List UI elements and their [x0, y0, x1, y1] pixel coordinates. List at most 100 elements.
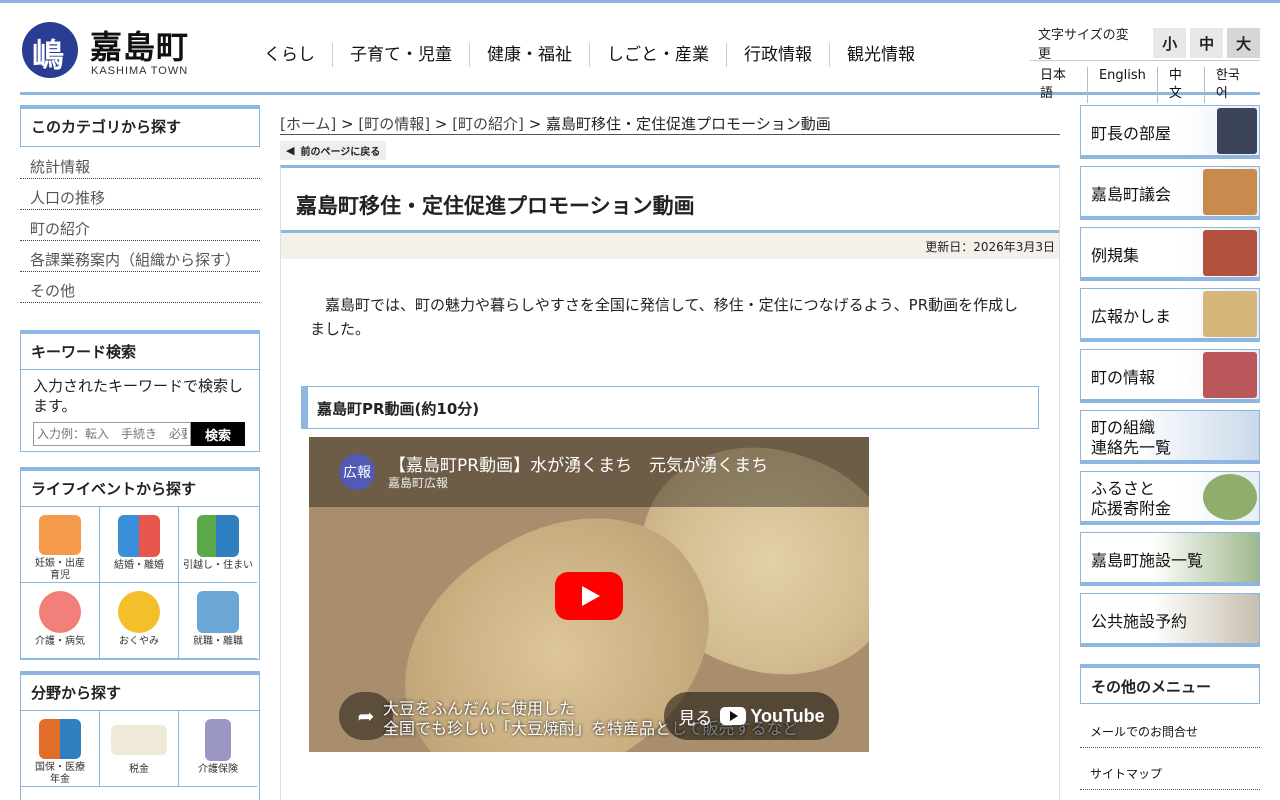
keyword-search-button[interactable]: 検索	[191, 422, 245, 446]
breadcrumb-current: 嘉島町移住・定住促進プロモーション動画	[546, 115, 831, 133]
sitemap-link-row: サイトマップ	[1080, 762, 1260, 790]
article: 嘉島町移住・定住促進プロモーション動画 更新日：2026年3月3日 嘉島町では、…	[280, 165, 1060, 800]
breadcrumb: [ホーム] > [町の情報] > [町の紹介] > 嘉島町移住・定住促進プロモー…	[280, 105, 1060, 135]
lang-chinese[interactable]: 中文	[1156, 67, 1204, 103]
category-item-statistics[interactable]: 統計情報	[20, 154, 260, 179]
category-box: このカテゴリから探す	[20, 105, 260, 147]
breadcrumb-separator: >	[523, 115, 547, 133]
banner-facilities[interactable]: 嘉島町施設一覧	[1080, 532, 1260, 586]
life-event-care[interactable]: 介護・病気	[21, 583, 100, 659]
category-item-population[interactable]: 人口の推移	[20, 185, 260, 210]
mayor-photo	[1217, 108, 1257, 154]
page-title: 嘉島町移住・定住促進プロモーション動画	[281, 168, 1059, 233]
font-size-switcher: 文字サイズの変更 小 中 大	[1038, 24, 1260, 62]
breadcrumb-town-intro[interactable]: [町の紹介]	[452, 115, 524, 133]
other-menu-title: その他のメニュー	[1080, 664, 1260, 704]
article-body: 嘉島町では、町の魅力や暮らしやすさを全国に発信して、移住・定住につなげるよう、P…	[310, 296, 1019, 338]
banner-furusato[interactable]: ふるさと 応援寄附金	[1080, 471, 1260, 525]
building-photo	[1203, 352, 1257, 398]
category-item-departments[interactable]: 各課業務案内（組織から探す）	[20, 247, 260, 272]
youtube-embed[interactable]: 広報 【嘉島町PR動画】水が湧くまち 元気が湧くまち 嘉島町広報 ➦ 大豆をふん…	[309, 437, 869, 752]
life-event-grid: 妊娠・出産 育児 結婚・離婚 引越し・住まい 介護・病気 おくやみ 就職・離職	[21, 506, 259, 659]
documents-icon	[39, 719, 81, 759]
couple-icon	[118, 515, 160, 557]
field-grid: 国保・医療 年金 税金 介護保険	[21, 710, 259, 787]
font-size-medium-button[interactable]: 中	[1190, 28, 1224, 58]
books-photo	[1203, 230, 1257, 276]
nav-kosodate[interactable]: 子育て・児童	[332, 43, 469, 67]
pregnancy-icon	[39, 515, 81, 555]
newsletter-photo	[1203, 291, 1257, 337]
font-size-large-button[interactable]: 大	[1227, 28, 1260, 58]
category-title: このカテゴリから探す	[31, 118, 182, 136]
town-logo[interactable]: 嶋	[22, 22, 78, 78]
youtube-logo-icon	[720, 707, 747, 725]
field-nursing-care[interactable]: 介護保険	[179, 711, 257, 787]
nav-kenko[interactable]: 健康・福祉	[469, 43, 589, 67]
global-nav: くらし 子育て・児童 健康・福祉 しごと・産業 行政情報 観光情報	[246, 43, 932, 67]
banner-council[interactable]: 嘉島町議会	[1080, 166, 1260, 220]
field-insurance-pension[interactable]: 国保・医療 年金	[21, 711, 100, 787]
field-tax[interactable]: 税金	[100, 711, 179, 787]
money-icon	[111, 725, 167, 755]
elder-cane-icon	[205, 719, 231, 761]
breadcrumb-town-info[interactable]: [町の情報]	[358, 115, 430, 133]
heart-icon	[39, 591, 81, 633]
video-title[interactable]: 【嘉島町PR動画】水が湧くまち 元気が湧くまち	[389, 451, 768, 476]
keyword-search-input[interactable]	[33, 422, 191, 446]
arrow-left-icon: ◀	[286, 144, 295, 157]
field-title: 分野から探す	[31, 684, 122, 702]
play-button[interactable]	[555, 572, 623, 620]
updated-date: 更新日：2026年3月3日	[281, 233, 1059, 259]
category-list: 統計情報 人口の推移 町の紹介 各課業務案内（組織から探す） その他	[20, 154, 260, 309]
breadcrumb-separator: >	[430, 115, 453, 133]
keyword-search-desc: 入力されたキーワードで検索します。	[33, 377, 244, 415]
banner-town-info[interactable]: 町の情報	[1080, 349, 1260, 403]
banner-regulations[interactable]: 例規集	[1080, 227, 1260, 281]
lang-korean[interactable]: 한국어	[1203, 67, 1260, 103]
house-truck-icon	[197, 515, 239, 557]
font-size-label: 文字サイズの変更	[1038, 28, 1129, 62]
food-photo	[1203, 474, 1257, 520]
keyword-search-box: キーワード検索 入力されたキーワードで検索します。 検索	[20, 330, 260, 452]
banner-mayor[interactable]: 町長の部屋	[1080, 105, 1260, 159]
site-header: 嶋 嘉島町 KASHIMA TOWN くらし 子育て・児童 健康・福祉 しごと・…	[20, 3, 1260, 103]
flower-icon	[118, 591, 160, 633]
nav-gyosei[interactable]: 行政情報	[726, 43, 829, 67]
contact-mail-link-row: メールでのお問合せ	[1080, 720, 1260, 748]
channel-avatar[interactable]: 広報	[339, 454, 375, 490]
banner-facility-booking[interactable]: 公共施設予約	[1080, 593, 1260, 647]
life-event-box: ライフイベントから探す 妊娠・出産 育児 結婚・離婚 引越し・住まい 介護・病気…	[20, 467, 260, 660]
life-event-condolence[interactable]: おくやみ	[100, 583, 179, 659]
banner-organization[interactable]: 町の組織 連絡先一覧	[1080, 410, 1260, 464]
breadcrumb-separator: >	[336, 115, 359, 133]
lang-english[interactable]: English	[1086, 67, 1157, 103]
lang-japanese[interactable]: 日本語	[1030, 67, 1087, 103]
nav-kurashi[interactable]: くらし	[246, 43, 332, 67]
category-item-other[interactable]: その他	[20, 278, 260, 303]
sitemap-link[interactable]: サイトマップ	[1090, 767, 1162, 781]
life-event-moving[interactable]: 引越し・住まい	[179, 507, 257, 583]
life-event-marriage[interactable]: 結婚・離婚	[100, 507, 179, 583]
life-event-title: ライフイベントから探す	[31, 480, 197, 498]
back-button[interactable]: ◀ 前のページに戻る	[280, 141, 387, 160]
back-label: 前のページに戻る	[300, 147, 381, 158]
banner-kouhou[interactable]: 広報かしま	[1080, 288, 1260, 342]
site-title[interactable]: 嘉島町	[90, 22, 189, 68]
contact-mail-link[interactable]: メールでのお問合せ	[1090, 725, 1198, 739]
life-event-pregnancy[interactable]: 妊娠・出産 育児	[21, 507, 100, 583]
watch-on-youtube-button[interactable]: 見る YouTube	[664, 692, 839, 740]
keyword-search-row: 検索	[21, 422, 259, 454]
channel-name[interactable]: 嘉島町広報	[388, 474, 448, 491]
breadcrumb-home[interactable]: [ホーム]	[280, 115, 336, 133]
field-box: 分野から探す 国保・医療 年金 税金 介護保険	[20, 671, 260, 800]
font-size-small-button[interactable]: 小	[1153, 28, 1187, 58]
keyword-search-title: キーワード検索	[21, 334, 259, 370]
briefcase-icon	[197, 591, 239, 633]
nav-shigoto[interactable]: しごと・産業	[589, 43, 726, 67]
nav-kanko[interactable]: 観光情報	[829, 43, 932, 67]
category-item-town-intro[interactable]: 町の紹介	[20, 216, 260, 241]
life-event-employment[interactable]: 就職・離職	[179, 583, 257, 659]
council-photo	[1203, 169, 1257, 215]
main-content: [ホーム] > [町の情報] > [町の紹介] > 嘉島町移住・定住促進プロモー…	[280, 105, 1060, 800]
